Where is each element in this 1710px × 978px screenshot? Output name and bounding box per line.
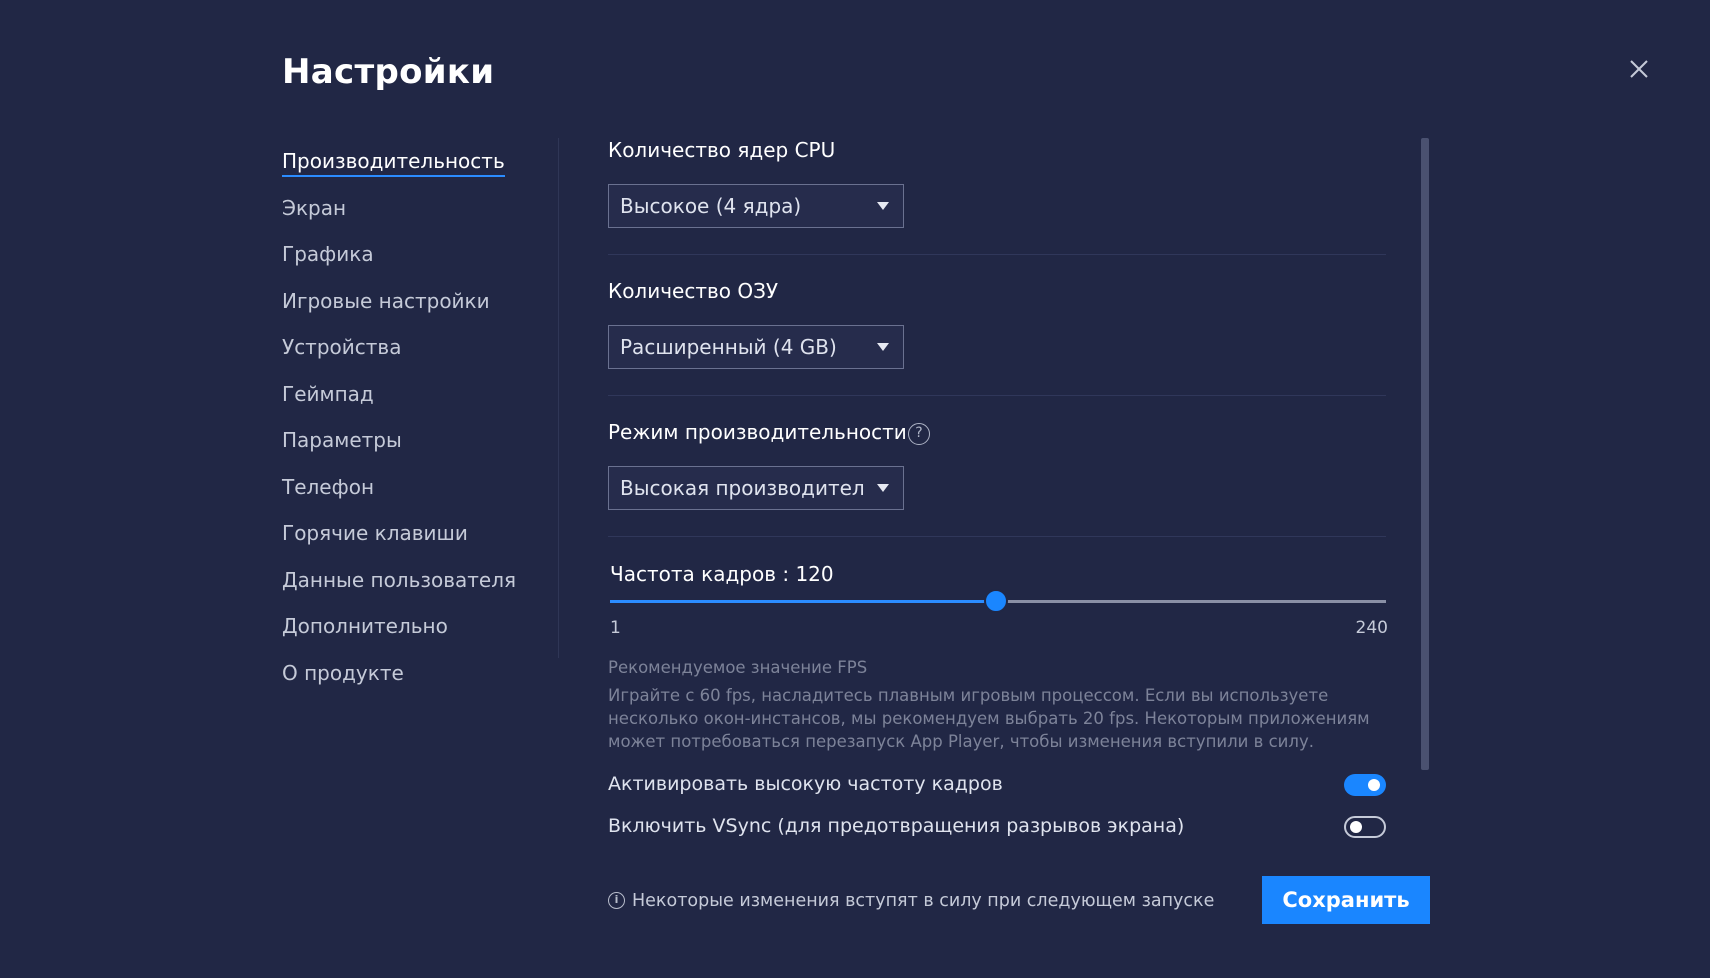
toggle-knob <box>1350 821 1362 833</box>
performance-mode-label: Режим производительности <box>608 420 907 444</box>
fps-min-label: 1 <box>610 618 621 638</box>
ram-label: Количество ОЗУ <box>608 279 779 303</box>
high-fps-label: Активировать высокую частоту кадров <box>608 773 1003 795</box>
sidebar-divider <box>558 138 559 658</box>
chevron-down-icon <box>877 484 889 492</box>
fps-label: Частота кадров : 120 <box>610 562 834 586</box>
high-fps-toggle[interactable] <box>1344 774 1386 796</box>
sidebar-item-phone[interactable]: Телефон <box>282 472 552 519</box>
page-title: Настройки <box>282 52 495 92</box>
ram-dropdown[interactable]: Расширенный (4 GB) <box>608 325 904 369</box>
sidebar-item-label: Геймпад <box>282 381 374 406</box>
info-icon: i <box>608 892 625 909</box>
cpu-cores-dropdown[interactable]: Высокое (4 ядра) <box>608 184 904 228</box>
toggle-knob <box>1368 779 1380 791</box>
section-divider <box>608 254 1386 255</box>
close-button[interactable] <box>1624 54 1654 84</box>
chevron-down-icon <box>877 343 889 351</box>
sidebar-item-parameters[interactable]: Параметры <box>282 425 552 472</box>
chevron-down-icon <box>877 202 889 210</box>
sidebar-item-label: Графика <box>282 242 374 266</box>
sidebar-item-label: Данные пользователя <box>282 567 517 592</box>
fps-slider-fill <box>610 600 997 603</box>
sidebar-item-label: Горячие клавиши <box>282 521 468 545</box>
performance-mode-value: Высокая производительность <box>620 476 865 500</box>
sidebar-item-performance[interactable]: Производительность <box>282 146 552 193</box>
sidebar-item-label: Телефон <box>282 474 375 499</box>
sidebar-item-label: Производительность <box>282 149 505 177</box>
sidebar-item-label: О продукте <box>282 660 404 685</box>
fps-slider[interactable] <box>610 589 1386 613</box>
sidebar-item-devices[interactable]: Устройства <box>282 332 552 379</box>
section-divider <box>608 536 1386 537</box>
section-divider <box>608 395 1386 396</box>
sidebar-item-graphics[interactable]: Графика <box>282 239 552 286</box>
ram-value: Расширенный (4 GB) <box>620 335 837 359</box>
sidebar-item-label: Дополнительно <box>282 614 448 638</box>
sidebar-item-hotkeys[interactable]: Горячие клавиши <box>282 518 552 565</box>
sidebar-item-label: Устройства <box>282 335 402 359</box>
sidebar-item-about[interactable]: О продукте <box>282 658 552 705</box>
sidebar-item-screen[interactable]: Экран <box>282 193 552 240</box>
sidebar-item-user-data[interactable]: Данные пользователя <box>282 565 552 612</box>
cpu-cores-value: Высокое (4 ядра) <box>620 194 802 218</box>
cpu-cores-label: Количество ядер CPU <box>608 138 836 162</box>
fps-hint-title: Рекомендуемое значение FPS <box>608 658 868 677</box>
fps-slider-handle[interactable] <box>984 589 1009 613</box>
sidebar-item-label: Экран <box>282 195 347 220</box>
vsync-label: Включить VSync (для предотвращения разры… <box>608 815 1185 837</box>
sidebar-item-label: Игровые настройки <box>282 288 490 313</box>
vsync-row: Включить VSync (для предотвращения разры… <box>608 811 1386 841</box>
save-button[interactable]: Сохранить <box>1262 876 1430 924</box>
sidebar-item-label: Параметры <box>282 428 402 452</box>
high-fps-row: Активировать высокую частоту кадров <box>608 769 1386 799</box>
scrollbar[interactable] <box>1421 138 1429 770</box>
settings-sidebar: Производительность Экран Графика Игровые… <box>282 146 552 704</box>
close-icon <box>1630 60 1648 78</box>
sidebar-item-game-settings[interactable]: Игровые настройки <box>282 286 552 333</box>
performance-mode-dropdown[interactable]: Высокая производительность <box>608 466 904 510</box>
help-icon[interactable]: ? <box>908 423 930 445</box>
sidebar-item-gamepad[interactable]: Геймпад <box>282 379 552 426</box>
fps-max-label: 240 <box>1355 618 1388 638</box>
fps-hint-text: Играйте с 60 fps, насладитесь плавным иг… <box>608 686 1370 751</box>
restart-note-text: Некоторые изменения вступят в силу при с… <box>632 891 1215 911</box>
vsync-toggle[interactable] <box>1344 816 1386 838</box>
sidebar-item-advanced[interactable]: Дополнительно <box>282 611 552 658</box>
